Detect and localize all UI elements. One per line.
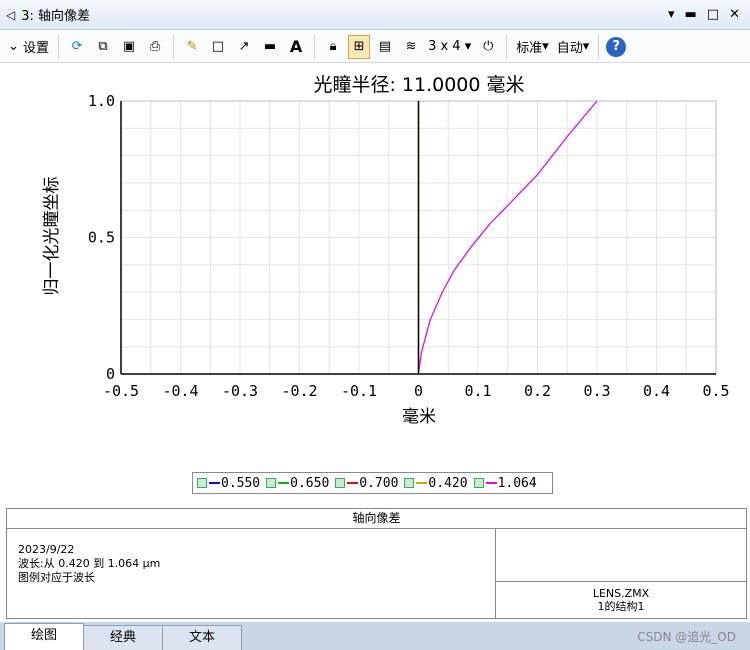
auto-dropdown[interactable]: 自动 ▾ [555,35,592,59]
settings-button[interactable]: ⌄ 设置 [6,35,51,59]
grid-layout-icon[interactable]: ⊞ [348,34,371,59]
grid-size-dropdown[interactable]: 3 x 4 ▾ [426,35,473,59]
x-axis-label: 毫米 [402,407,436,427]
maximize-button[interactable]: □ [707,7,719,22]
minimize-button[interactable]: ▬ [685,7,697,22]
chart: 光瞳半径: 11.0000 毫米 -0.5 -0.4 -0.3 -0.2 -0.1 0 0.… [42,74,730,427]
checkbox-icon[interactable] [266,478,277,488]
x-tick-label: -0.1 [341,382,377,400]
x-tick-label: -0.2 [281,382,317,400]
x-tick-label: -0.5 [103,382,139,400]
y-ticks: 0 0.5 1.0 [88,92,115,383]
toolbar: ⌄ 设置 ⟳ ⧉ ▣ ⎙ ✎ □ ↗ ▬ A 🔒︎ ⊞ ▤ ≋ 3 x 4 ▾ … [0,31,750,63]
separator [598,34,600,59]
legend-swatch [416,482,428,484]
legend-item[interactable]: 0.700 [335,476,398,491]
x-tick-label: 0.5 [702,382,729,400]
tab-text[interactable]: 文本 [162,625,242,650]
layers-icon[interactable]: ≋ [400,35,422,59]
text-icon[interactable]: A [285,35,307,59]
checkbox-icon[interactable] [197,478,207,488]
info-header: 轴向像差 [7,509,746,529]
watermark: CSDN @追光_OD [637,630,736,644]
tab-classic[interactable]: 经典 [83,625,163,650]
legend-label: 1.064 [497,475,537,491]
x-tick-label: 0.4 [643,382,670,400]
separator [506,34,508,59]
y-tick-label: 0 [106,365,115,383]
tab-plot[interactable]: 绘图 [4,623,84,650]
app-logo-icon: ◁ [6,7,16,22]
lock-icon[interactable]: 🔒︎ [322,35,344,59]
chart-title: 光瞳半径: 11.0000 毫米 [313,74,524,96]
close-button[interactable]: ✕ [729,7,740,22]
y-tick-label: 0.5 [88,229,115,247]
legend-swatch [347,482,359,484]
line-icon[interactable]: ▬ [259,35,281,59]
info-left: 2023/9/22 波长:从 0.420 到 1.064 μm 图例对应于波长 [7,529,496,618]
refresh-icon[interactable]: ⟳ [66,35,88,59]
legend-swatch [485,482,497,484]
config-name: 1的结构1 [597,600,645,613]
date-text: 2023/9/22 [18,543,75,556]
dropdown-icon[interactable]: ▾ [668,7,675,22]
window-icon[interactable]: ▤ [374,35,396,59]
legend-label: 0.420 [428,475,468,491]
legend-label: 0.650 [290,475,330,491]
help-icon[interactable]: ? [606,36,627,57]
x-tick-label: 0 [414,382,423,400]
legend-note: 图例对应于波长 [18,571,95,584]
x-tick-label: 0.3 [583,382,610,400]
separator [173,34,175,59]
y-axis-label: 归一化光瞳坐标 [42,177,62,296]
rectangle-icon[interactable]: □ [207,35,229,59]
title-bar: ◁ 3: 轴向像差 ▾ ▬ □ ✕ [0,0,750,30]
legend: 0.550 0.650 0.700 0.420 1.064 [192,472,553,494]
legend-item[interactable]: 0.550 [197,476,260,491]
window-buttons: ▾ ▬ □ ✕ [668,7,740,22]
legend-swatch [278,482,290,484]
save-icon[interactable]: ▣ [118,35,140,59]
info-right: LENS.ZMX 1的结构1 [496,529,746,618]
arrow-icon[interactable]: ↗ [233,35,255,59]
standard-dropdown[interactable]: 标准 ▾ [514,35,551,59]
checkbox-icon[interactable] [473,478,484,488]
x-tick-label: 0.2 [524,382,551,400]
legend-label: 0.550 [221,475,261,491]
x-ticks: -0.5 -0.4 -0.3 -0.2 -0.1 0 0.1 0.2 0.3 0.4 0.5 [103,382,730,400]
checkbox-icon[interactable] [404,478,415,488]
legend-label: 0.700 [359,475,399,491]
separator [314,34,316,59]
legend-item[interactable]: 1.064 [473,475,537,491]
checkbox-icon[interactable] [335,478,346,488]
x-tick-label: -0.4 [162,382,198,400]
y-tick-label: 1.0 [88,92,115,110]
power-icon[interactable]: ⏻ [477,35,499,59]
legend-item[interactable]: 0.650 [266,476,329,491]
print-icon[interactable]: ⎙ [144,35,166,59]
pencil-icon[interactable]: ✎ [181,35,203,59]
info-panel: 轴向像差 2023/9/22 波长:从 0.420 到 1.064 μm 图例对… [6,508,747,619]
chevron-down-icon: ⌄ [8,39,19,54]
separator [58,34,60,59]
legend-swatch [209,482,220,484]
x-tick-label: -0.3 [222,382,258,400]
wavelength-text: 波长:从 0.420 到 1.064 μm [18,557,161,570]
settings-label: 设置 [23,41,50,56]
file-name: LENS.ZMX [592,587,650,600]
file-info: LENS.ZMX 1的结构1 [496,581,746,618]
x-tick-label: 0.1 [464,382,491,400]
window-title: 3: 轴向像差 [21,9,91,24]
copy-icon[interactable]: ⧉ [92,35,114,59]
legend-item[interactable]: 0.420 [404,475,468,491]
